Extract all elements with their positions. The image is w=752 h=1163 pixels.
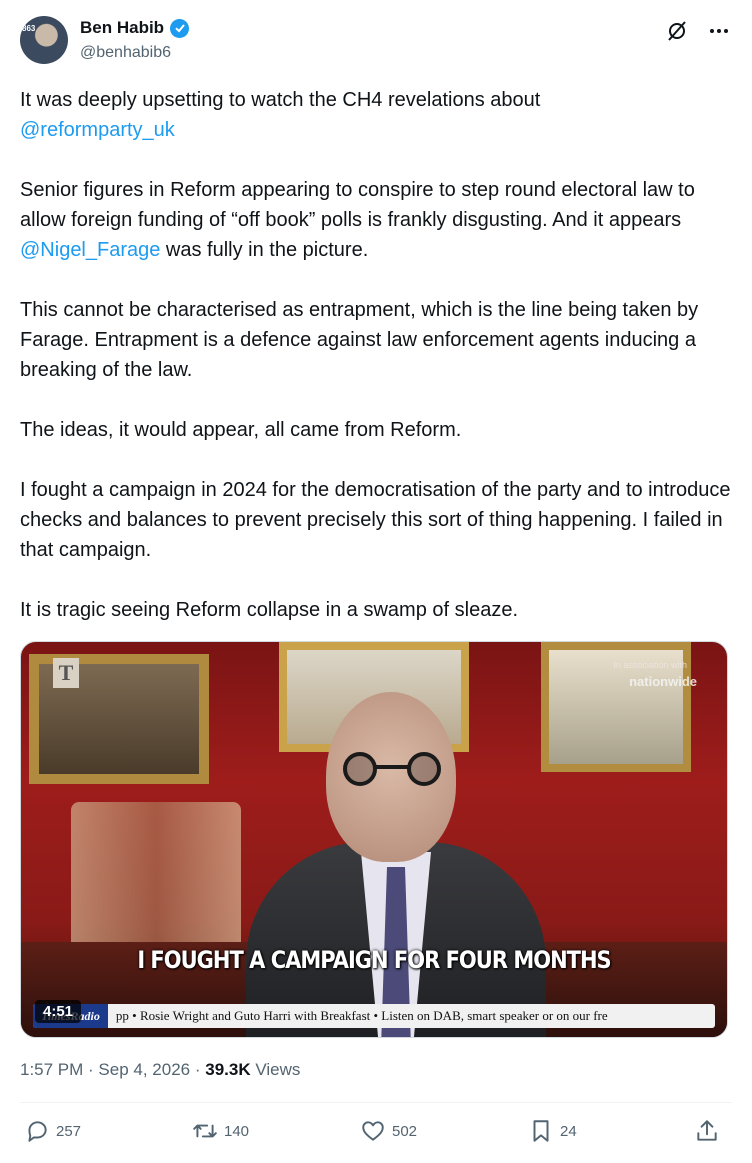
tweet-header: 863 Ben Habib @benhabib6: [20, 16, 732, 68]
sponsor-small-text: In association with: [613, 660, 687, 670]
meta-separator: ·: [190, 1060, 206, 1079]
reply-button[interactable]: 257: [24, 1118, 81, 1144]
mention-reformparty[interactable]: @reformparty_uk: [20, 119, 175, 141]
like-count: 502: [392, 1122, 418, 1140]
tweet-paragraph-3: This cannot be characterised as entrapme…: [20, 299, 699, 381]
tweet-paragraph-5: I fought a campaign in 2024 for the demo…: [20, 479, 731, 561]
tweet-paragraph-4: The ideas, it would appear, all came fro…: [20, 419, 462, 441]
tweet-text-span: It was deeply upsetting to watch the CH4…: [20, 89, 541, 111]
divider: [20, 1102, 732, 1103]
share-button[interactable]: [694, 1118, 720, 1144]
ticker-items: pp • Rosie Wright and Guto Harri with Br…: [115, 1008, 608, 1023]
tweet-paragraph-6: It is tragic seeing Reform collapse in a…: [20, 599, 518, 621]
tweet-text-span: was fully in the picture.: [160, 239, 369, 261]
tweet-time[interactable]: 1:57 PM: [20, 1060, 83, 1079]
tweet-date[interactable]: Sep 4, 2026: [98, 1060, 190, 1079]
mention-nigel-farage[interactable]: @Nigel_Farage: [20, 239, 160, 261]
action-bar: 257 140 502 24: [20, 1118, 732, 1152]
reply-count: 257: [56, 1122, 82, 1140]
times-logo: T: [53, 658, 79, 688]
avatar-badge: 863: [22, 24, 36, 33]
video-caption: I FOUGHT A CAMPAIGN FOR FOUR MONTHS: [137, 946, 611, 974]
repost-button[interactable]: 140: [192, 1118, 249, 1144]
avatar[interactable]: 863: [20, 16, 68, 64]
tweet-meta: 1:57 PM · Sep 4, 2026 · 39.3K Views: [20, 1060, 300, 1080]
tweet-text: It was deeply upsetting to watch the CH4…: [20, 85, 732, 655]
bookmark-button[interactable]: 24: [528, 1118, 577, 1144]
author-name-row: Ben Habib: [80, 18, 190, 38]
video-duration: 4:51: [35, 1000, 82, 1023]
more-dots-icon[interactable]: [706, 18, 732, 44]
repost-count: 140: [224, 1122, 250, 1140]
views-label: Views: [250, 1060, 301, 1079]
sponsor-logo: nationwide: [629, 674, 697, 689]
share-icon: [697, 1120, 717, 1141]
verified-badge-icon: [170, 18, 190, 38]
tweet-paragraph-1: It was deeply upsetting to watch the CH4…: [20, 85, 732, 145]
author-name[interactable]: Ben Habib: [80, 18, 164, 38]
bookmark-count: 24: [560, 1122, 577, 1140]
heart-icon: [362, 1121, 384, 1141]
header-actions: [664, 18, 732, 44]
author-handle[interactable]: @benhabib6: [80, 44, 171, 62]
repost-icon: [193, 1124, 217, 1138]
tweet-paragraph-2: Senior figures in Reform appearing to co…: [20, 175, 732, 265]
video-person: [246, 692, 546, 1037]
tweet-text-span: Senior figures in Reform appearing to co…: [20, 179, 695, 231]
bookmark-icon: [533, 1120, 549, 1142]
person-glasses: [343, 752, 441, 786]
views-count: 39.3K: [205, 1060, 251, 1079]
reply-icon: [28, 1121, 47, 1142]
grok-slash-icon[interactable]: [664, 18, 690, 44]
meta-separator: ·: [83, 1060, 99, 1079]
news-ticker: TimesRadio pp • Rosie Wright and Guto Ha…: [33, 1004, 715, 1028]
video-player[interactable]: T In association with nationwide I FOUGH…: [20, 641, 728, 1038]
like-button[interactable]: 502: [360, 1118, 417, 1144]
